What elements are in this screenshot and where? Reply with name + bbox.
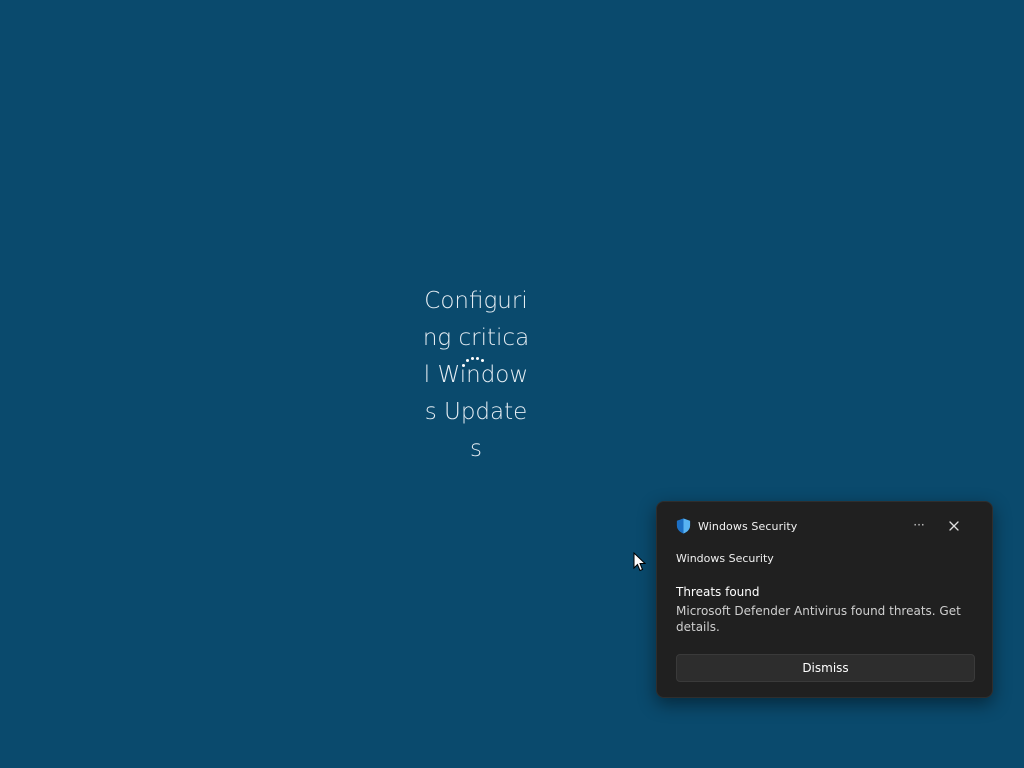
notification-source: Windows Security	[676, 552, 774, 565]
notification-body: Microsoft Defender Antivirus found threa…	[676, 604, 961, 634]
notification-header: Windows Security ···	[676, 516, 978, 536]
dismiss-button[interactable]: Dismiss	[676, 654, 975, 682]
threat-notification-toast[interactable]: Windows Security ··· Windows Security Th…	[656, 501, 993, 698]
mouse-pointer-icon	[633, 552, 647, 572]
windows-security-shield-icon	[676, 518, 691, 534]
notification-title: Threats found	[676, 585, 760, 599]
notification-app-name: Windows Security	[698, 519, 798, 533]
loading-dots-icon	[462, 356, 488, 370]
update-status-message: Configuring critical Windows Updates	[422, 288, 530, 462]
more-options-button[interactable]: ···	[908, 516, 930, 536]
close-icon[interactable]	[944, 516, 964, 536]
desktop-screen: Configuring critical Windows Updates Win…	[0, 0, 1024, 768]
